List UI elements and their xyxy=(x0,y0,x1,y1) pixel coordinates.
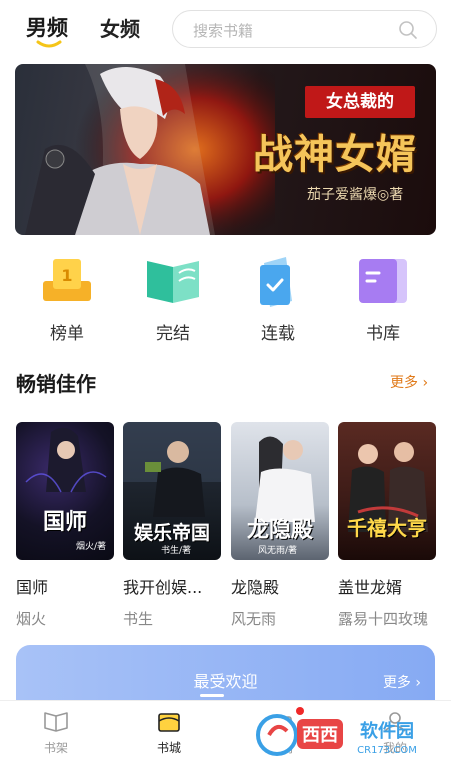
banner-subtitle: 女总裁的 xyxy=(305,86,415,118)
svg-text:CR173.COM: CR173.COM xyxy=(357,745,417,756)
book-cover[interactable]: 国师 烟火/著 xyxy=(16,422,114,560)
chevron-right-icon: › xyxy=(410,675,421,691)
search-icon[interactable] xyxy=(398,20,418,40)
chevron-right-icon: › xyxy=(418,375,429,391)
book-title: 盖世龙婿 xyxy=(338,578,403,597)
search-box[interactable]: 搜索书籍 xyxy=(172,10,437,48)
active-tab-indicator xyxy=(36,40,62,48)
category-label: 完结 xyxy=(156,324,190,344)
book-card[interactable]: 国师 烟火/著 国师 烟火 xyxy=(16,422,114,629)
more-label: 更多 xyxy=(382,675,411,691)
book-title: 国师 xyxy=(16,578,49,597)
nav-label: 书城 xyxy=(156,741,181,755)
svg-text:1: 1 xyxy=(61,266,72,285)
cover-author: 烟火/著 xyxy=(75,542,106,552)
tab-female[interactable]: 女频 xyxy=(100,13,140,42)
top-header: 男频 女频 搜索书籍 xyxy=(0,0,451,60)
book-author: 风无雨 xyxy=(231,610,277,628)
category-label: 书库 xyxy=(366,324,400,344)
book-author: 烟火 xyxy=(16,610,47,628)
category-serial[interactable]: 连载 xyxy=(233,253,323,344)
trophy-icon: 1 xyxy=(43,259,91,301)
category-completed[interactable]: 完结 xyxy=(128,253,218,344)
cover-author: 书生/著 xyxy=(160,546,191,556)
promo-banner[interactable]: 女总裁的 战神女婿 茄子爱酱爆◎著 xyxy=(15,64,436,235)
banner-author: 茄子爱酱爆◎著 xyxy=(307,187,404,203)
bookstore-icon xyxy=(158,713,180,732)
svg-text:软件园: 软件园 xyxy=(360,720,414,742)
svg-text:西西: 西西 xyxy=(302,725,338,746)
book-title: 龙隐殿 xyxy=(231,578,280,597)
book-card[interactable]: 龙隐殿 风无雨/著 龙隐殿 风无雨 xyxy=(231,422,329,629)
book-card[interactable]: 娱乐帝国 书生/著 我开创娱... 书生 xyxy=(123,422,221,629)
bookshelf-icon xyxy=(44,712,68,732)
book-cover[interactable]: 娱乐帝国 书生/著 xyxy=(123,422,221,560)
category-label: 榜单 xyxy=(50,324,84,344)
book-title: 我开创娱... xyxy=(123,578,203,597)
category-label: 连载 xyxy=(261,324,295,344)
search-placeholder: 搜索书籍 xyxy=(193,22,254,40)
more-label: 更多 xyxy=(390,375,418,391)
favorites-more-link[interactable]: 更多 › xyxy=(383,672,421,692)
tab-male[interactable]: 男频 xyxy=(26,12,68,42)
watermark-logo: 西西 软件园 CR173.COM xyxy=(256,714,417,756)
cover-title: 娱乐帝国 xyxy=(133,522,210,544)
cover-title: 千禧大亨 xyxy=(347,516,427,540)
favorites-indicator xyxy=(200,694,224,697)
book-author: 书生 xyxy=(123,610,154,628)
cover-author: 风无雨/著 xyxy=(257,546,297,556)
library-icon xyxy=(359,259,407,303)
nav-bookstore[interactable]: 书城 xyxy=(129,709,209,756)
cover-title: 国师 xyxy=(42,510,87,535)
banner-title: 战神女婿 xyxy=(253,131,417,178)
favorites-title: 最受欢迎 xyxy=(193,672,258,691)
nav-bookshelf[interactable]: 书架 xyxy=(16,709,96,756)
book-cover[interactable]: 千禧大亨 xyxy=(338,422,436,560)
document-check-icon xyxy=(260,257,292,307)
book-author: 露易十四玫瑰 xyxy=(338,610,429,628)
section-more-link[interactable]: 更多 › xyxy=(390,372,428,392)
category-library[interactable]: 书库 xyxy=(338,253,428,344)
favorites-panel[interactable]: 最受欢迎 更多 › xyxy=(16,645,435,705)
section-title: 畅销佳作 xyxy=(16,372,96,396)
book-cover[interactable]: 龙隐殿 风无雨/著 xyxy=(231,422,329,560)
book-open-icon xyxy=(147,261,199,303)
category-ranking[interactable]: 1 榜单 xyxy=(22,253,112,344)
cover-title: 龙隐殿 xyxy=(246,518,313,543)
nav-label: 书架 xyxy=(43,741,68,755)
book-card[interactable]: 千禧大亨 盖世龙婿 露易十四玫瑰 xyxy=(338,422,436,629)
